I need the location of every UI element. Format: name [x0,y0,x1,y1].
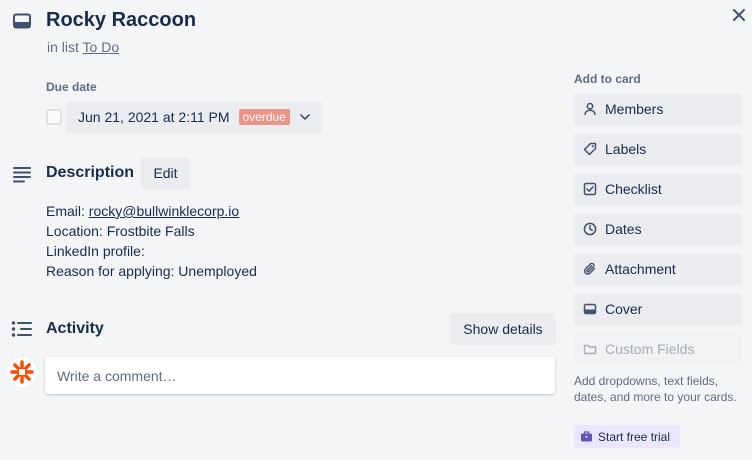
email-link[interactable]: rocky@bullwinklecorp.io [89,203,239,219]
labels-label: Labels [605,141,647,157]
chevron-down-icon [298,110,312,124]
overdue-badge: overdue [238,109,290,125]
in-list-prefix: in list [47,39,79,55]
activity-icon [11,320,33,338]
email-label: Email: [46,203,85,219]
avatar[interactable] [7,357,37,387]
start-free-trial-button[interactable]: Start free trial [574,425,680,448]
start-free-trial-label: Start free trial [598,429,671,444]
list-link[interactable]: To Do [83,39,120,55]
due-date-button[interactable]: Jun 21, 2021 at 2:11 PM overdue [66,101,322,133]
activity-title: Activity [46,320,104,337]
due-date-checkbox[interactable] [46,109,62,125]
comment-input[interactable] [45,357,555,394]
person-icon [583,102,597,116]
labels-button[interactable]: Labels [574,133,742,165]
due-date-text: Jun 21, 2021 at 2:11 PM [78,109,230,125]
card-title[interactable]: Rocky Raccoon [46,9,196,32]
description-icon [12,164,32,184]
members-button[interactable]: Members [574,93,742,125]
show-details-button[interactable]: Show details [450,313,556,345]
dates-label: Dates [605,221,642,237]
card-cover-icon [583,302,597,316]
add-to-card-label: Add to card [574,72,641,86]
clock-icon [583,222,597,236]
members-label: Members [605,101,664,117]
due-date-label: Due date [46,80,97,94]
dates-button[interactable]: Dates [574,213,742,245]
card-icon [12,11,32,31]
in-list-text: in list To Do [47,39,119,55]
zapier-logo-icon [10,360,34,384]
description-linkedin-line: LinkedIn profile: [46,243,145,259]
description-title: Description [46,164,135,181]
description-email-line: Email: rocky@bullwinklecorp.io [46,203,239,219]
description-reason-line: Reason for applying: Unemployed [46,263,257,279]
custom-fields-label: Custom Fields [605,341,695,357]
checklist-label: Checklist [605,181,662,197]
checkbox-icon [583,182,597,196]
folder-icon [583,342,597,356]
custom-fields-button: Custom Fields [574,333,742,365]
attachment-label: Attachment [605,261,676,277]
paperclip-icon [583,262,597,276]
tag-icon [583,142,597,156]
custom-fields-description: Add dropdowns, text fields, dates, and m… [574,374,737,404]
cover-button[interactable]: Cover [574,293,742,325]
close-icon[interactable] [728,4,750,26]
description-location-line: Location: Frostbite Falls [46,223,195,239]
attachment-button[interactable]: Attachment [574,253,742,285]
edit-description-button[interactable]: Edit [141,157,190,189]
cover-label: Cover [605,301,643,317]
briefcase-icon [580,430,593,443]
checklist-button[interactable]: Checklist [574,173,742,205]
